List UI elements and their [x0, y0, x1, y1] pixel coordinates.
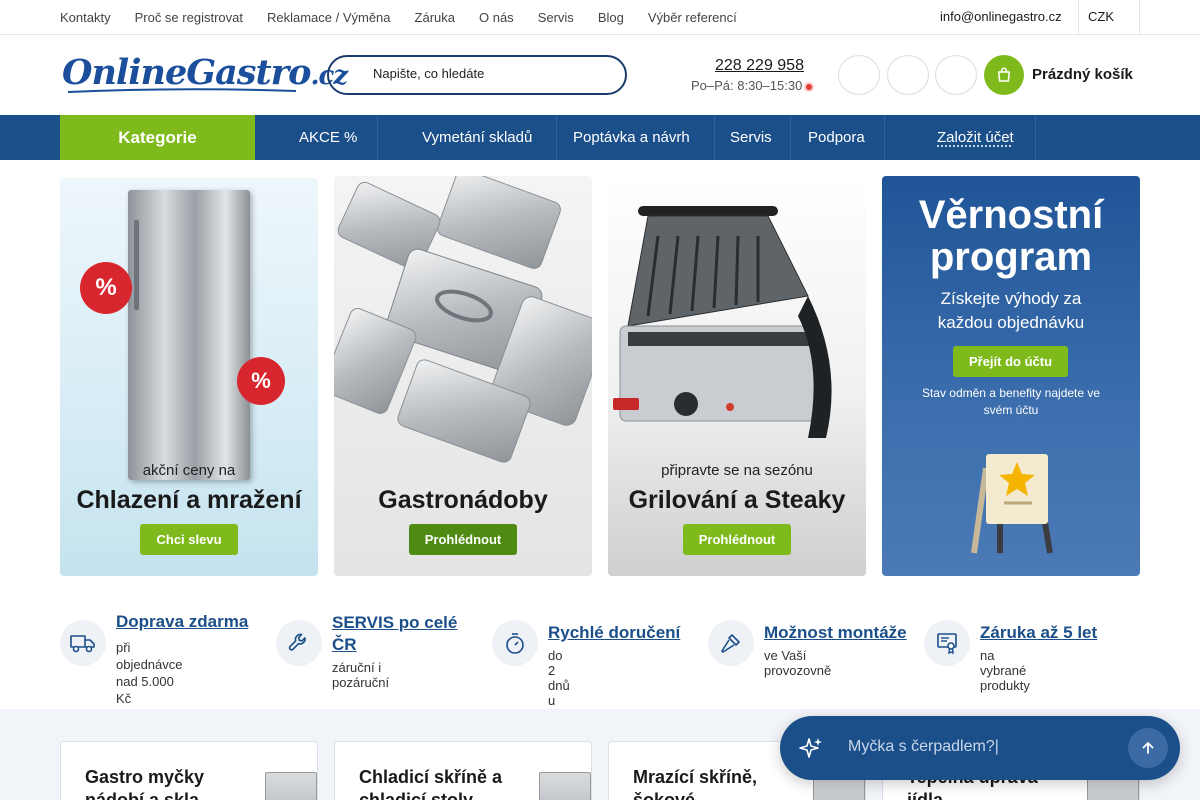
category-card-title: šokové zchlazovače [633, 789, 803, 800]
top-link-o-nas[interactable]: O nás [479, 10, 514, 25]
top-link-kontakty[interactable]: Kontakty [60, 10, 111, 25]
gastronorm-containers-image [334, 176, 592, 463]
categories-button[interactable]: Kategorie [60, 115, 255, 160]
search-box[interactable] [327, 55, 627, 95]
top-links: Kontakty Proč se registrovat Reklamace /… [60, 0, 737, 34]
user-account-button[interactable] [935, 55, 977, 95]
feature-title-link[interactable]: SERVIS po celé ČR [332, 612, 457, 656]
feature-subtitle: Kč [116, 691, 132, 706]
compare-button[interactable] [838, 55, 880, 95]
feature-title-link[interactable]: Možnost montáže [764, 623, 907, 643]
banner-chlazeni[interactable]: % % akční ceny na Chlazení a mražení Chc… [60, 178, 318, 576]
category-card-title: Gastro myčky [85, 767, 205, 787]
category-card-title: nádobí a skla [85, 789, 255, 800]
cart-button[interactable] [984, 55, 1024, 95]
category-card-title: Chladicí skříně a [359, 767, 503, 787]
top-link-reklamace[interactable]: Reklamace / Výměna [267, 10, 391, 25]
contact-grill-image [613, 206, 832, 438]
top-bar: Kontakty Proč se registrovat Reklamace /… [0, 0, 1200, 35]
discount-percent-icon: % [237, 357, 285, 405]
search-input[interactable] [373, 66, 613, 81]
hammer-icon [721, 634, 740, 653]
truck-icon [70, 635, 95, 653]
banner-subtitle: připravte se na sezónu [661, 462, 813, 479]
ai-sparkle-icon [799, 738, 822, 758]
banner-vernostni-program[interactable]: Věrnostní program Získejte výhody za kaž… [882, 176, 1140, 576]
nav-divider [377, 115, 378, 160]
nav-divider [790, 115, 791, 160]
category-card-mycky[interactable]: Gastro myčky nádobí a skla [60, 741, 318, 800]
feature-title-link[interactable]: Rychlé doručení [548, 623, 680, 643]
feature-subtitle: při objednávce nad 5.000 [116, 640, 183, 689]
nav-item-akce[interactable]: AKCE % [299, 115, 357, 160]
create-account-link[interactable]: Založit účet [937, 115, 1014, 160]
loyalty-note-line2: svém účtu [983, 403, 1039, 417]
wishlist-button[interactable] [887, 55, 929, 95]
ai-search-chat[interactable]: Myčka s čerpadlem?| [780, 716, 1180, 780]
phone-link[interactable]: 228 229 958 [715, 57, 804, 75]
banner-title: Gastronádoby [378, 486, 548, 514]
go-to-account-button[interactable]: Přejít do účtu [953, 346, 1068, 377]
discount-percent-icon: % [80, 262, 132, 314]
banner-title: Chlazení a mražení [76, 486, 302, 514]
logo-swoosh-icon [67, 88, 297, 93]
nav-divider [884, 115, 885, 160]
top-link-reference[interactable]: Výběr referencí [648, 10, 737, 25]
shopping-bag-icon [998, 67, 1010, 82]
loyalty-subtitle-line1: Získejte výhody za [940, 289, 1082, 308]
top-link-zaruka[interactable]: Záruka [415, 10, 455, 25]
main-nav: Kategorie AKCE % Vymetání skladů Poptávk… [0, 115, 1200, 160]
top-link-blog[interactable]: Blog [598, 10, 624, 25]
banner-button-prohlednout[interactable]: Prohlédnout [683, 524, 791, 555]
banner-button-chci-slevu[interactable]: Chci slevu [140, 524, 238, 555]
email-link[interactable]: info@onlinegastro.cz [940, 9, 1062, 24]
site-logo[interactable]: OnlineGastro.cz [62, 52, 348, 93]
banner-subtitle: akční ceny na [142, 462, 236, 479]
nav-divider [556, 115, 557, 160]
banner-title: Grilování a Steaky [628, 486, 846, 514]
product-thumbnail [539, 772, 591, 800]
nav-item-podpora[interactable]: Podpora [808, 115, 865, 160]
product-thumbnail [265, 772, 317, 800]
loyalty-subtitle-line2: každou objednávku [937, 313, 1085, 332]
nav-divider [714, 115, 715, 160]
category-card-title: Mrazící skříně, [633, 767, 758, 787]
nav-item-vymetani[interactable]: Vymetání skladů [422, 115, 532, 160]
loyalty-note-line1: Stav odměn a benefity najdete ve [921, 386, 1101, 400]
top-link-registrace[interactable]: Proč se registrovat [135, 10, 243, 25]
banner-grilovani[interactable]: připravte se na sezónu Grilování a Steak… [608, 176, 866, 576]
stopwatch-icon [506, 633, 524, 654]
certificate-icon [937, 633, 957, 655]
ai-chat-input[interactable]: Myčka s čerpadlem?| [848, 738, 999, 756]
feature-subtitle: na vybrané produkty [980, 648, 1030, 693]
cart-label[interactable]: Prázdný košík [1032, 66, 1133, 83]
topbar-divider [1139, 0, 1140, 34]
header: OnlineGastro.cz 228 229 958 Po–Pá: 8:30–… [0, 35, 1200, 115]
ai-chat-send-button[interactable] [1128, 728, 1168, 768]
category-card-chladici-skrine[interactable]: Chladicí skříně a chladicí stoly [334, 741, 592, 800]
loyalty-title-line2: program [929, 235, 1093, 279]
loyalty-board-star-icon [971, 454, 1053, 554]
topbar-divider [1078, 0, 1079, 34]
wrench-icon [288, 633, 306, 651]
feature-title-link[interactable]: Doprava zdarma [116, 612, 248, 632]
arrow-up-icon [1142, 742, 1154, 754]
status-dot-icon [806, 83, 813, 90]
feature-subtitle: záruční i pozáruční [332, 660, 390, 690]
banner-gastronadoby[interactable]: Gastronádoby Prohlédnout [334, 176, 592, 576]
nav-divider [1035, 115, 1036, 160]
currency-select[interactable]: CZK [1088, 9, 1114, 24]
feature-title-link[interactable]: Záruka až 5 let [980, 623, 1097, 643]
category-card-title: chladicí stoly [359, 789, 529, 800]
fridge-image [128, 190, 250, 480]
opening-hours: Po–Pá: 8:30–15:30 [691, 78, 813, 93]
banner-button-prohlednout[interactable]: Prohlédnout [409, 524, 517, 555]
loyalty-title-line1: Věrnostní [918, 193, 1104, 237]
feature-subtitle: ve Vaší provozovně [764, 648, 832, 678]
nav-item-servis[interactable]: Servis [730, 115, 772, 160]
nav-item-poptavka[interactable]: Poptávka a návrh [573, 115, 690, 160]
top-link-servis[interactable]: Servis [538, 10, 574, 25]
